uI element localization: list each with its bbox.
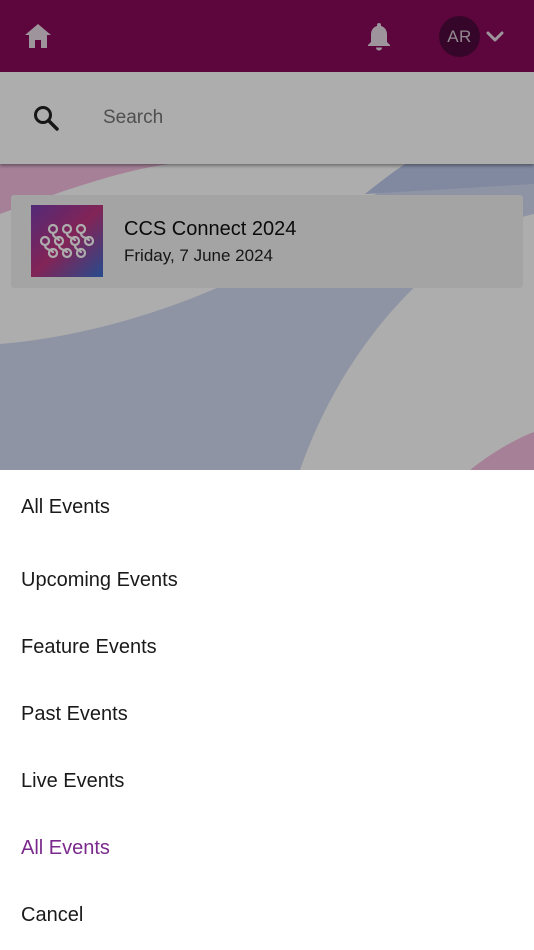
- option-all-events[interactable]: All Events: [21, 837, 110, 860]
- option-live-events[interactable]: Live Events: [21, 770, 124, 793]
- option-feature-events[interactable]: Feature Events: [21, 636, 157, 659]
- cancel-button[interactable]: Cancel: [21, 904, 83, 927]
- modal-scrim[interactable]: [0, 0, 534, 470]
- app-screen: CCS Connect 2024 Friday, 7 June 2024 AR: [0, 0, 534, 950]
- option-upcoming-events[interactable]: Upcoming Events: [21, 569, 178, 592]
- sheet-title: All Events: [21, 496, 110, 518]
- option-past-events[interactable]: Past Events: [21, 703, 128, 726]
- event-filter-sheet: All Events Upcoming Events Feature Event…: [0, 470, 534, 950]
